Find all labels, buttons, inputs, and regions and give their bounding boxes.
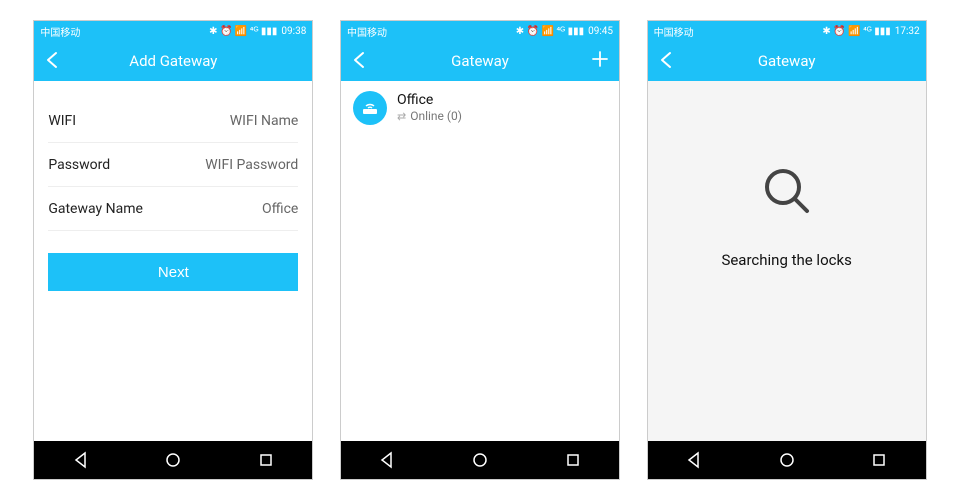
android-navbar	[34, 441, 312, 479]
gatewayname-row[interactable]: Gateway Name Office	[48, 187, 298, 231]
gateway-list-item[interactable]: Office Online (0)	[341, 81, 619, 135]
gateway-form: WIFI WIFI Name Password WIFI Password Ga…	[34, 81, 312, 291]
gateway-text: Office Online (0)	[397, 92, 462, 125]
nav-recent-icon[interactable]	[870, 451, 888, 469]
nav-back-icon[interactable]	[378, 451, 396, 469]
wifi-label: WIFI	[48, 113, 76, 129]
topbar: Gateway	[648, 41, 926, 81]
content-area: Searching the locks	[648, 81, 926, 441]
add-icon[interactable]	[591, 50, 609, 73]
search-icon	[757, 161, 817, 221]
nav-home-icon[interactable]	[471, 451, 489, 469]
next-button[interactable]: Next	[48, 253, 298, 291]
phone-searching: 中国移动 ✱ ⏰ 📶 ⁴ᴳ ▮▮▮ 17:32 Gateway Searchin…	[647, 20, 927, 480]
nav-recent-icon[interactable]	[564, 451, 582, 469]
status-icons: ✱ ⏰ 📶 ⁴ᴳ ▮▮▮	[822, 26, 890, 37]
page-title: Add Gateway	[129, 52, 217, 70]
nav-back-icon[interactable]	[72, 451, 90, 469]
android-navbar	[341, 441, 619, 479]
page-title: Gateway	[758, 52, 816, 70]
status-time: 09:45	[588, 26, 613, 37]
gatewayname-label: Gateway Name	[48, 201, 143, 217]
gatewayname-value: Office	[262, 201, 298, 217]
wifi-value: WIFI Name	[230, 113, 299, 129]
topbar: Add Gateway	[34, 41, 312, 81]
nav-home-icon[interactable]	[164, 451, 182, 469]
back-icon[interactable]	[658, 51, 678, 72]
searching-message: Searching the locks	[721, 251, 851, 269]
android-navbar	[648, 441, 926, 479]
page-title: Gateway	[451, 52, 509, 70]
status-bar: 中国移动 ✱ ⏰ 📶 ⁴ᴳ ▮▮▮ 09:38	[34, 21, 312, 41]
nav-back-icon[interactable]	[685, 451, 703, 469]
status-time: 09:38	[281, 26, 306, 37]
status-time: 17:32	[895, 26, 920, 37]
phone-gateway-list: 中国移动 ✱ ⏰ 📶 ⁴ᴳ ▮▮▮ 09:45 Gateway Offic	[340, 20, 620, 480]
password-label: Password	[48, 157, 110, 173]
phone-add-gateway: 中国移动 ✱ ⏰ 📶 ⁴ᴳ ▮▮▮ 09:38 Add Gateway WIFI…	[33, 20, 313, 480]
back-icon[interactable]	[44, 51, 64, 72]
carrier-label: 中国移动	[40, 24, 80, 39]
status-icons: ✱ ⏰ 📶 ⁴ᴳ ▮▮▮	[516, 26, 584, 37]
back-icon[interactable]	[351, 51, 371, 72]
topbar: Gateway	[341, 41, 619, 81]
password-row[interactable]: Password WIFI Password	[48, 143, 298, 187]
status-bar: 中国移动 ✱ ⏰ 📶 ⁴ᴳ ▮▮▮ 09:45	[341, 21, 619, 41]
status-bar: 中国移动 ✱ ⏰ 📶 ⁴ᴳ ▮▮▮ 17:32	[648, 21, 926, 41]
content-area: WIFI WIFI Name Password WIFI Password Ga…	[34, 81, 312, 441]
nav-recent-icon[interactable]	[257, 451, 275, 469]
wifi-row[interactable]: WIFI WIFI Name	[48, 99, 298, 143]
carrier-label: 中国移动	[654, 24, 694, 39]
status-icons: ✱ ⏰ 📶 ⁴ᴳ ▮▮▮	[209, 26, 277, 37]
gateway-name: Office	[397, 92, 462, 110]
gateway-icon	[353, 91, 387, 125]
password-value: WIFI Password	[205, 157, 298, 173]
nav-home-icon[interactable]	[778, 451, 796, 469]
carrier-label: 中国移动	[347, 24, 387, 39]
gateway-status: Online (0)	[397, 109, 462, 124]
content-area: Office Online (0)	[341, 81, 619, 441]
